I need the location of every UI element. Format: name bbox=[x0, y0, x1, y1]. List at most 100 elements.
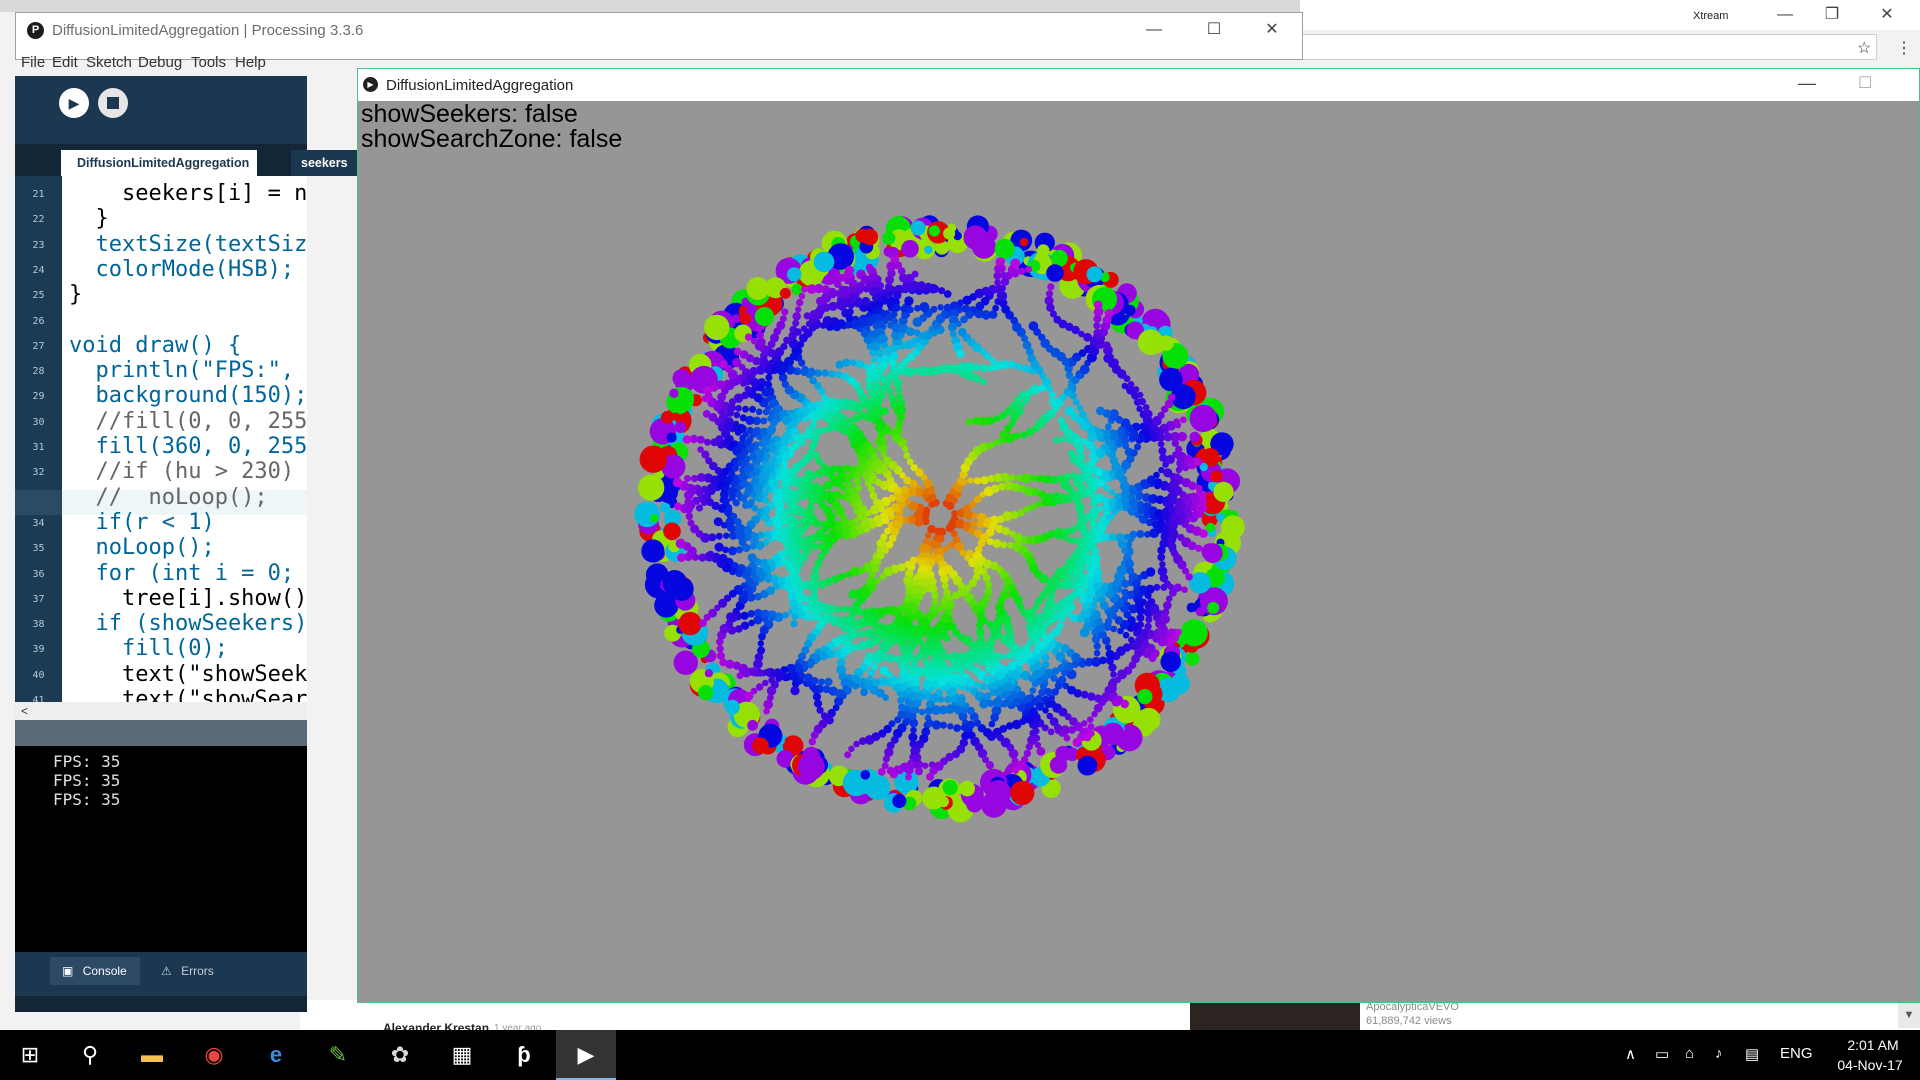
particle bbox=[918, 708, 926, 716]
ide-maximize-button[interactable]: ☐ bbox=[1194, 19, 1234, 41]
particle bbox=[798, 292, 806, 300]
particle bbox=[891, 372, 899, 380]
particle bbox=[1174, 473, 1181, 481]
particle bbox=[1099, 656, 1107, 665]
particle bbox=[999, 653, 1006, 660]
star-icon[interactable]: ☆ bbox=[1857, 38, 1871, 58]
errors-tab[interactable]: ⚠ Errors bbox=[143, 957, 223, 985]
particle bbox=[870, 620, 878, 628]
menu-sketch[interactable]: Sketch bbox=[86, 54, 132, 71]
menu-icon[interactable]: ⋮ bbox=[1896, 38, 1912, 58]
particle bbox=[1029, 474, 1037, 482]
menu-help[interactable]: Help bbox=[235, 54, 266, 71]
line-number: 27 bbox=[32, 340, 45, 352]
particle bbox=[762, 445, 769, 453]
particle bbox=[859, 630, 867, 638]
processing-icon[interactable]: ƥ bbox=[494, 1030, 554, 1080]
chrome-icon[interactable]: ◉ bbox=[184, 1030, 244, 1080]
particle bbox=[815, 469, 824, 478]
chevron-up-icon[interactable]: ∧ bbox=[1625, 1045, 1636, 1063]
tab-diffusionlimitedaggregation[interactable]: DiffusionLimitedAggregation bbox=[61, 150, 257, 176]
browser-profile-name[interactable]: Xtream bbox=[1693, 10, 1728, 22]
scroll-down-icon[interactable]: ▼ bbox=[1898, 1003, 1920, 1028]
menu-edit[interactable]: Edit bbox=[52, 54, 78, 71]
particle bbox=[699, 619, 707, 627]
particle bbox=[925, 719, 934, 727]
console-tab[interactable]: ▣ Console bbox=[50, 957, 140, 985]
particle bbox=[895, 420, 903, 428]
horizontal-scrollbar[interactable]: < bbox=[15, 702, 307, 720]
particle bbox=[944, 653, 951, 661]
particle bbox=[809, 579, 819, 588]
clock-date[interactable]: 04-Nov-17 bbox=[1830, 1057, 1910, 1073]
particle bbox=[879, 641, 888, 651]
particle bbox=[765, 374, 773, 382]
particle bbox=[1175, 451, 1186, 461]
video-view-count: 61,889,742 views bbox=[1366, 1015, 1452, 1027]
browser-close-button[interactable]: ✕ bbox=[1867, 4, 1907, 26]
particle bbox=[863, 363, 870, 371]
particle bbox=[980, 378, 987, 385]
menu-file[interactable]: File bbox=[21, 54, 45, 71]
network-icon[interactable]: ⌂ bbox=[1685, 1045, 1694, 1062]
particle bbox=[817, 579, 827, 589]
language-indicator[interactable]: ENG bbox=[1780, 1045, 1813, 1062]
menu-debug[interactable]: Debug bbox=[138, 54, 182, 71]
ide-minimize-button[interactable]: — bbox=[1134, 19, 1174, 41]
line-number: 26 bbox=[32, 315, 45, 327]
particle bbox=[780, 512, 790, 521]
edge-icon[interactable]: e bbox=[246, 1030, 306, 1080]
particle bbox=[1058, 675, 1067, 684]
menu-tools[interactable]: Tools bbox=[191, 54, 226, 71]
ide-close-button[interactable]: ✕ bbox=[1252, 19, 1292, 41]
file-explorer-icon[interactable]: ▬ bbox=[122, 1030, 182, 1080]
sketch-canvas[interactable]: showSeekers: false showSearchZone: false bbox=[358, 101, 1919, 1002]
particle bbox=[853, 600, 862, 609]
particle bbox=[872, 678, 881, 687]
particle bbox=[753, 482, 763, 492]
code-editor[interactable]: 2122232425262728293031323334353637383940… bbox=[15, 176, 307, 702]
paint-3d-icon[interactable]: ✿ bbox=[370, 1030, 430, 1080]
console-output[interactable]: FPS: 35 FPS: 35 FPS: 35 bbox=[15, 746, 307, 952]
particle bbox=[999, 411, 1008, 420]
scroll-left-icon[interactable]: < bbox=[21, 704, 28, 718]
processing-sketch-icon[interactable]: ▶ bbox=[556, 1030, 616, 1080]
volume-icon[interactable]: ♪ bbox=[1715, 1045, 1723, 1062]
particle bbox=[707, 550, 715, 558]
particle bbox=[1055, 745, 1071, 762]
particle bbox=[886, 261, 896, 272]
stop-button[interactable] bbox=[98, 88, 128, 118]
particle bbox=[719, 360, 728, 368]
browser-minimize-button[interactable]: — bbox=[1765, 4, 1805, 26]
calculator-icon[interactable]: ▦ bbox=[432, 1030, 492, 1080]
particle bbox=[800, 604, 810, 613]
sketch-titlebar: ▶ DiffusionLimitedAggregation — ☐ bbox=[358, 69, 1919, 101]
battery-icon[interactable]: ▭ bbox=[1655, 1045, 1669, 1063]
particle bbox=[1023, 505, 1031, 513]
windows-start-icon[interactable]: ⊞ bbox=[0, 1030, 60, 1080]
status-bar bbox=[15, 720, 307, 746]
sketch-window: ▶ DiffusionLimitedAggregation — ☐ showSe… bbox=[357, 68, 1920, 1003]
processing-icon: P bbox=[27, 22, 44, 39]
particle bbox=[715, 532, 723, 540]
particle bbox=[1000, 472, 1010, 482]
particle bbox=[789, 507, 797, 516]
run-button[interactable]: ▶ bbox=[59, 88, 89, 118]
browser-address-bar[interactable] bbox=[1300, 34, 1877, 60]
sketch-minimize-button[interactable]: — bbox=[1798, 73, 1816, 94]
particle bbox=[779, 315, 787, 323]
particle bbox=[638, 474, 665, 501]
sketch-maximize-button[interactable]: ☐ bbox=[1858, 73, 1872, 93]
particle bbox=[1067, 449, 1076, 458]
particle bbox=[876, 607, 884, 615]
browser-restore-button[interactable]: ❐ bbox=[1812, 4, 1852, 26]
search-icon[interactable]: ⚲ bbox=[60, 1030, 120, 1080]
notification-icon[interactable]: ▤ bbox=[1745, 1045, 1759, 1063]
particle bbox=[910, 746, 919, 756]
particle bbox=[799, 493, 807, 501]
clock-time[interactable]: 2:01 AM bbox=[1838, 1037, 1908, 1053]
particle bbox=[882, 755, 891, 763]
paint-icon[interactable]: ✎ bbox=[308, 1030, 368, 1080]
particle bbox=[931, 598, 939, 606]
line-number: 40 bbox=[32, 669, 45, 681]
